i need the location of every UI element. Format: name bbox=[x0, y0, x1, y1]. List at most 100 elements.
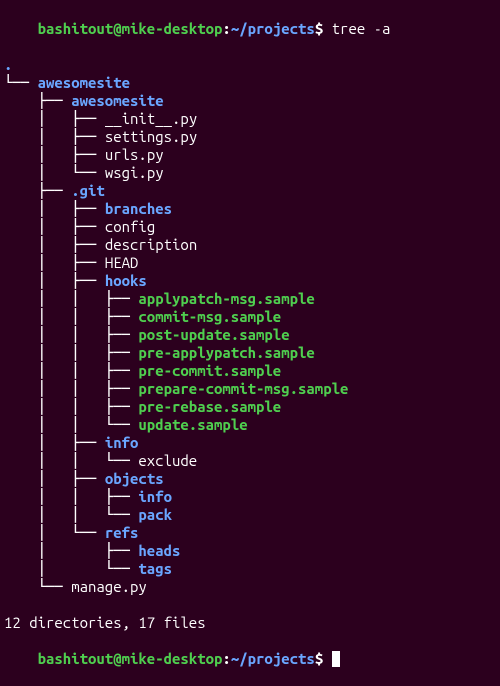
tree-branch-glyph: │ ├── bbox=[4, 128, 105, 145]
tree-line: │ │ ├── pre-commit.sample bbox=[4, 362, 496, 380]
tree-blank bbox=[4, 596, 496, 614]
file-name: HEAD bbox=[105, 254, 139, 271]
tree-branch-glyph: │ ├── bbox=[4, 542, 138, 559]
dir-name: hooks bbox=[105, 272, 147, 289]
tree-branch-glyph: │ │ ├── bbox=[4, 308, 138, 325]
tree-line: │ └── refs bbox=[4, 524, 496, 542]
tree-branch-glyph: │ ├── bbox=[4, 254, 105, 271]
prompt-user-host: bashitout@mike-desktop bbox=[38, 650, 223, 667]
tree-line: │ └── tags bbox=[4, 560, 496, 578]
tree-line: │ ├── description bbox=[4, 236, 496, 254]
tree-line: │ │ └── update.sample bbox=[4, 416, 496, 434]
tree-branch-glyph: │ ├── bbox=[4, 146, 105, 163]
tree-branch-glyph: ├── bbox=[4, 92, 71, 109]
tree-branch-glyph: │ │ ├── bbox=[4, 362, 138, 379]
dir-name: branches bbox=[105, 200, 172, 217]
file-name: description bbox=[105, 236, 197, 253]
tree-line: │ │ ├── applypatch-msg.sample bbox=[4, 290, 496, 308]
terminal-output: bashitout@mike-desktop:~/projects$ tree … bbox=[4, 2, 496, 686]
tree-line: │ ├── info bbox=[4, 434, 496, 452]
tree-root: . bbox=[4, 56, 496, 74]
file-name: settings.py bbox=[105, 128, 197, 145]
tree-line: │ ├── config bbox=[4, 218, 496, 236]
dir-name: info bbox=[105, 434, 139, 451]
exec-file-name: applypatch-msg.sample bbox=[138, 290, 314, 307]
tree-line: │ │ ├── info bbox=[4, 488, 496, 506]
tree-line: └── manage.py bbox=[4, 578, 496, 596]
prompt-path: ~/projects bbox=[231, 650, 315, 667]
exec-file-name: commit-msg.sample bbox=[138, 308, 281, 325]
tree-branch-glyph: │ │ └── bbox=[4, 416, 138, 433]
tree-branch-glyph: │ │ ├── bbox=[4, 380, 138, 397]
tree-line: │ │ ├── commit-msg.sample bbox=[4, 308, 496, 326]
tree-line: │ │ ├── post-update.sample bbox=[4, 326, 496, 344]
file-name: urls.py bbox=[105, 146, 164, 163]
tree-body: └── awesomesite ├── awesomesite │ ├── __… bbox=[4, 74, 496, 596]
tree-line: │ ├── urls.py bbox=[4, 146, 496, 164]
tree-branch-glyph: │ │ └── bbox=[4, 452, 138, 469]
tree-branch-glyph: │ └── bbox=[4, 164, 105, 181]
tree-line: │ │ ├── pre-rebase.sample bbox=[4, 398, 496, 416]
tree-root-dot: . bbox=[4, 56, 12, 73]
tree-line: │ │ └── exclude bbox=[4, 452, 496, 470]
tree-line: │ ├── objects bbox=[4, 470, 496, 488]
tree-branch-glyph: │ ├── bbox=[4, 272, 105, 289]
exec-file-name: pre-applypatch.sample bbox=[138, 344, 314, 361]
dir-name: .git bbox=[71, 182, 105, 199]
tree-line: │ │ ├── pre-applypatch.sample bbox=[4, 344, 496, 362]
dir-name: awesomesite bbox=[71, 92, 163, 109]
prompt-sep2: $ bbox=[315, 650, 332, 667]
prompt-sep2: $ bbox=[315, 20, 332, 37]
tree-line: ├── .git bbox=[4, 182, 496, 200]
tree-line: │ └── wsgi.py bbox=[4, 164, 496, 182]
tree-line: │ ├── __init__.py bbox=[4, 110, 496, 128]
dir-name: awesomesite bbox=[38, 74, 130, 91]
prompt-user-host: bashitout@mike-desktop bbox=[38, 20, 223, 37]
tree-line: │ ├── hooks bbox=[4, 272, 496, 290]
prompt-line-1: bashitout@mike-desktop:~/projects$ tree … bbox=[4, 2, 496, 56]
file-name: config bbox=[105, 218, 155, 235]
file-name: wsgi.py bbox=[105, 164, 164, 181]
prompt-path: ~/projects bbox=[231, 20, 315, 37]
file-name: manage.py bbox=[71, 578, 147, 595]
tree-branch-glyph: │ └── bbox=[4, 524, 105, 541]
exec-file-name: prepare-commit-msg.sample bbox=[138, 380, 348, 397]
tree-branch-glyph: └── bbox=[4, 578, 71, 595]
command-text: tree -a bbox=[332, 20, 391, 37]
dir-name: objects bbox=[105, 470, 164, 487]
tree-branch-glyph: │ ├── bbox=[4, 470, 105, 487]
exec-file-name: pre-commit.sample bbox=[138, 362, 281, 379]
tree-branch-glyph: │ └── bbox=[4, 560, 138, 577]
tree-line: │ ├── settings.py bbox=[4, 128, 496, 146]
tree-branch-glyph: │ │ ├── bbox=[4, 326, 138, 343]
tree-branch-glyph: ├── bbox=[4, 182, 71, 199]
tree-line: │ ├── heads bbox=[4, 542, 496, 560]
dir-name: tags bbox=[138, 560, 172, 577]
cursor-block[interactable] bbox=[332, 651, 340, 667]
dir-name: pack bbox=[138, 506, 172, 523]
tree-branch-glyph: │ │ ├── bbox=[4, 344, 138, 361]
tree-line: │ │ └── pack bbox=[4, 506, 496, 524]
exec-file-name: update.sample bbox=[138, 416, 247, 433]
exec-file-name: post-update.sample bbox=[138, 326, 289, 343]
dir-name: info bbox=[138, 488, 172, 505]
tree-branch-glyph: │ │ └── bbox=[4, 506, 138, 523]
tree-line: │ ├── HEAD bbox=[4, 254, 496, 272]
tree-branch-glyph: │ ├── bbox=[4, 218, 105, 235]
tree-branch-glyph: │ ├── bbox=[4, 200, 105, 217]
prompt-sep1: : bbox=[222, 20, 230, 37]
tree-branch-glyph: │ │ ├── bbox=[4, 398, 138, 415]
tree-branch-glyph: │ │ ├── bbox=[4, 488, 138, 505]
tree-line: │ │ ├── prepare-commit-msg.sample bbox=[4, 380, 496, 398]
prompt-line-2: bashitout@mike-desktop:~/projects$ bbox=[4, 632, 496, 686]
exec-file-name: pre-rebase.sample bbox=[138, 398, 281, 415]
tree-branch-glyph: │ ├── bbox=[4, 434, 105, 451]
dir-name: refs bbox=[105, 524, 139, 541]
tree-branch-glyph: │ ├── bbox=[4, 110, 105, 127]
tree-line: └── awesomesite bbox=[4, 74, 496, 92]
tree-line: ├── awesomesite bbox=[4, 92, 496, 110]
tree-branch-glyph: └── bbox=[4, 74, 38, 91]
file-name: __init__.py bbox=[105, 110, 197, 127]
file-name: exclude bbox=[138, 452, 197, 469]
prompt-sep1: : bbox=[222, 650, 230, 667]
